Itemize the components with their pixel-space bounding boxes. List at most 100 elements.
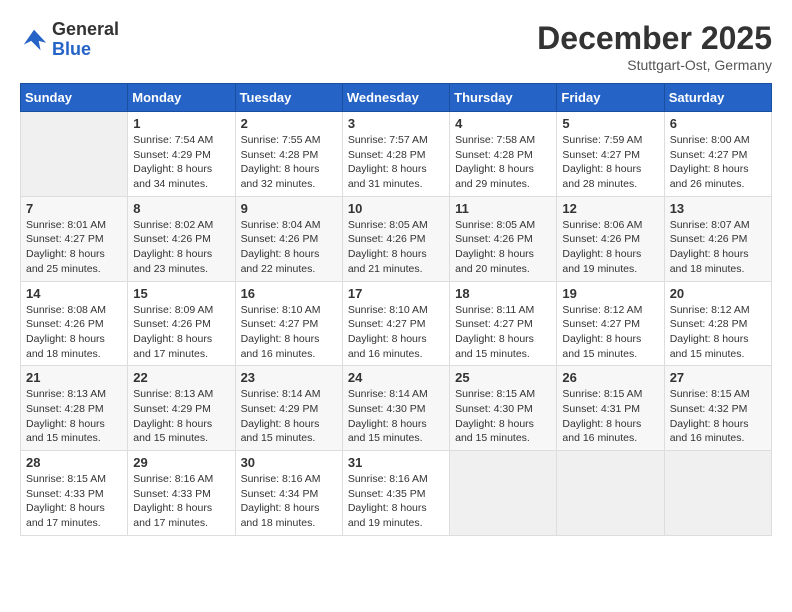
day-number: 4 [455, 116, 551, 131]
day-info: Sunrise: 8:02 AM Sunset: 4:26 PM Dayligh… [133, 218, 229, 277]
day-number: 26 [562, 370, 658, 385]
day-header: Saturday [664, 84, 771, 112]
calendar-cell: 9 Sunrise: 8:04 AM Sunset: 4:26 PM Daylig… [235, 196, 342, 281]
day-number: 2 [241, 116, 337, 131]
day-number: 21 [26, 370, 122, 385]
day-info: Sunrise: 8:09 AM Sunset: 4:26 PM Dayligh… [133, 303, 229, 362]
day-info: Sunrise: 8:04 AM Sunset: 4:26 PM Dayligh… [241, 218, 337, 277]
day-number: 14 [26, 286, 122, 301]
page-header: General Blue December 2025 Stuttgart-Ost… [20, 20, 772, 73]
day-number: 12 [562, 201, 658, 216]
day-info: Sunrise: 7:58 AM Sunset: 4:28 PM Dayligh… [455, 133, 551, 192]
day-info: Sunrise: 8:05 AM Sunset: 4:26 PM Dayligh… [348, 218, 444, 277]
calendar-cell [450, 451, 557, 536]
logo-text: General Blue [52, 20, 119, 60]
day-number: 7 [26, 201, 122, 216]
day-header: Wednesday [342, 84, 449, 112]
day-info: Sunrise: 8:16 AM Sunset: 4:33 PM Dayligh… [133, 472, 229, 531]
calendar-cell [664, 451, 771, 536]
day-number: 15 [133, 286, 229, 301]
day-number: 1 [133, 116, 229, 131]
calendar-cell: 31 Sunrise: 8:16 AM Sunset: 4:35 PM Dayli… [342, 451, 449, 536]
day-info: Sunrise: 8:10 AM Sunset: 4:27 PM Dayligh… [241, 303, 337, 362]
calendar-cell: 12 Sunrise: 8:06 AM Sunset: 4:26 PM Dayli… [557, 196, 664, 281]
calendar-cell: 23 Sunrise: 8:14 AM Sunset: 4:29 PM Dayli… [235, 366, 342, 451]
calendar-cell: 13 Sunrise: 8:07 AM Sunset: 4:26 PM Dayli… [664, 196, 771, 281]
day-number: 13 [670, 201, 766, 216]
day-number: 17 [348, 286, 444, 301]
calendar-week-row: 7Sunrise: 8:01 AM Sunset: 4:27 PM Daylig… [21, 196, 772, 281]
calendar-cell: 25Sunrise: 8:15 AM Sunset: 4:30 PM Dayli… [450, 366, 557, 451]
day-number: 19 [562, 286, 658, 301]
calendar-cell: 20Sunrise: 8:12 AM Sunset: 4:28 PM Dayli… [664, 281, 771, 366]
day-header: Tuesday [235, 84, 342, 112]
day-header: Thursday [450, 84, 557, 112]
day-info: Sunrise: 8:16 AM Sunset: 4:34 PM Dayligh… [241, 472, 337, 531]
location: Stuttgart-Ost, Germany [537, 57, 772, 73]
calendar-cell: 15 Sunrise: 8:09 AM Sunset: 4:26 PM Dayli… [128, 281, 235, 366]
logo-icon [20, 26, 48, 54]
day-info: Sunrise: 8:16 AM Sunset: 4:35 PM Dayligh… [348, 472, 444, 531]
day-info: Sunrise: 8:08 AM Sunset: 4:26 PM Dayligh… [26, 303, 122, 362]
calendar-cell: 2Sunrise: 7:55 AM Sunset: 4:28 PM Daylig… [235, 112, 342, 197]
day-info: Sunrise: 8:13 AM Sunset: 4:29 PM Dayligh… [133, 387, 229, 446]
calendar-cell: 10 Sunrise: 8:05 AM Sunset: 4:26 PM Dayli… [342, 196, 449, 281]
day-number: 16 [241, 286, 337, 301]
calendar-cell: 30 Sunrise: 8:16 AM Sunset: 4:34 PM Dayli… [235, 451, 342, 536]
logo: General Blue [20, 20, 119, 60]
day-info: Sunrise: 8:14 AM Sunset: 4:29 PM Dayligh… [241, 387, 337, 446]
logo-blue: Blue [52, 40, 119, 60]
calendar-header-row: SundayMondayTuesdayWednesdayThursdayFrid… [21, 84, 772, 112]
day-info: Sunrise: 8:14 AM Sunset: 4:30 PM Dayligh… [348, 387, 444, 446]
day-number: 31 [348, 455, 444, 470]
day-header: Sunday [21, 84, 128, 112]
day-number: 18 [455, 286, 551, 301]
day-number: 30 [241, 455, 337, 470]
day-number: 5 [562, 116, 658, 131]
day-number: 11 [455, 201, 551, 216]
day-number: 10 [348, 201, 444, 216]
calendar-cell: 8Sunrise: 8:02 AM Sunset: 4:26 PM Daylig… [128, 196, 235, 281]
day-number: 27 [670, 370, 766, 385]
calendar-week-row: 14 Sunrise: 8:08 AM Sunset: 4:26 PM Dayli… [21, 281, 772, 366]
day-info: Sunrise: 8:07 AM Sunset: 4:26 PM Dayligh… [670, 218, 766, 277]
calendar-cell: 6 Sunrise: 8:00 AM Sunset: 4:27 PM Daylig… [664, 112, 771, 197]
calendar-cell: 5 Sunrise: 7:59 AM Sunset: 4:27 PM Daylig… [557, 112, 664, 197]
calendar-cell: 19Sunrise: 8:12 AM Sunset: 4:27 PM Dayli… [557, 281, 664, 366]
calendar-cell: 4 Sunrise: 7:58 AM Sunset: 4:28 PM Daylig… [450, 112, 557, 197]
calendar-cell: 1Sunrise: 7:54 AM Sunset: 4:29 PM Daylig… [128, 112, 235, 197]
calendar-cell [21, 112, 128, 197]
day-info: Sunrise: 8:15 AM Sunset: 4:32 PM Dayligh… [670, 387, 766, 446]
calendar-cell: 14 Sunrise: 8:08 AM Sunset: 4:26 PM Dayli… [21, 281, 128, 366]
calendar-cell: 7Sunrise: 8:01 AM Sunset: 4:27 PM Daylig… [21, 196, 128, 281]
calendar-cell: 28 Sunrise: 8:15 AM Sunset: 4:33 PM Dayli… [21, 451, 128, 536]
day-info: Sunrise: 8:10 AM Sunset: 4:27 PM Dayligh… [348, 303, 444, 362]
day-number: 29 [133, 455, 229, 470]
day-info: Sunrise: 8:15 AM Sunset: 4:31 PM Dayligh… [562, 387, 658, 446]
day-info: Sunrise: 8:15 AM Sunset: 4:33 PM Dayligh… [26, 472, 122, 531]
calendar-cell: 18Sunrise: 8:11 AM Sunset: 4:27 PM Dayli… [450, 281, 557, 366]
day-number: 22 [133, 370, 229, 385]
calendar-cell: 29 Sunrise: 8:16 AM Sunset: 4:33 PM Dayli… [128, 451, 235, 536]
calendar-cell: 27 Sunrise: 8:15 AM Sunset: 4:32 PM Dayli… [664, 366, 771, 451]
day-info: Sunrise: 7:59 AM Sunset: 4:27 PM Dayligh… [562, 133, 658, 192]
day-number: 6 [670, 116, 766, 131]
calendar-week-row: 1Sunrise: 7:54 AM Sunset: 4:29 PM Daylig… [21, 112, 772, 197]
calendar-week-row: 28 Sunrise: 8:15 AM Sunset: 4:33 PM Dayli… [21, 451, 772, 536]
day-info: Sunrise: 8:06 AM Sunset: 4:26 PM Dayligh… [562, 218, 658, 277]
month-title: December 2025 [537, 20, 772, 57]
calendar-cell: 21Sunrise: 8:13 AM Sunset: 4:28 PM Dayli… [21, 366, 128, 451]
day-info: Sunrise: 7:57 AM Sunset: 4:28 PM Dayligh… [348, 133, 444, 192]
calendar-cell [557, 451, 664, 536]
day-number: 23 [241, 370, 337, 385]
day-number: 28 [26, 455, 122, 470]
day-header: Friday [557, 84, 664, 112]
calendar-cell: 26 Sunrise: 8:15 AM Sunset: 4:31 PM Dayli… [557, 366, 664, 451]
calendar-cell: 3Sunrise: 7:57 AM Sunset: 4:28 PM Daylig… [342, 112, 449, 197]
day-info: Sunrise: 8:15 AM Sunset: 4:30 PM Dayligh… [455, 387, 551, 446]
day-number: 9 [241, 201, 337, 216]
day-number: 24 [348, 370, 444, 385]
day-info: Sunrise: 8:00 AM Sunset: 4:27 PM Dayligh… [670, 133, 766, 192]
day-info: Sunrise: 8:12 AM Sunset: 4:28 PM Dayligh… [670, 303, 766, 362]
day-header: Monday [128, 84, 235, 112]
